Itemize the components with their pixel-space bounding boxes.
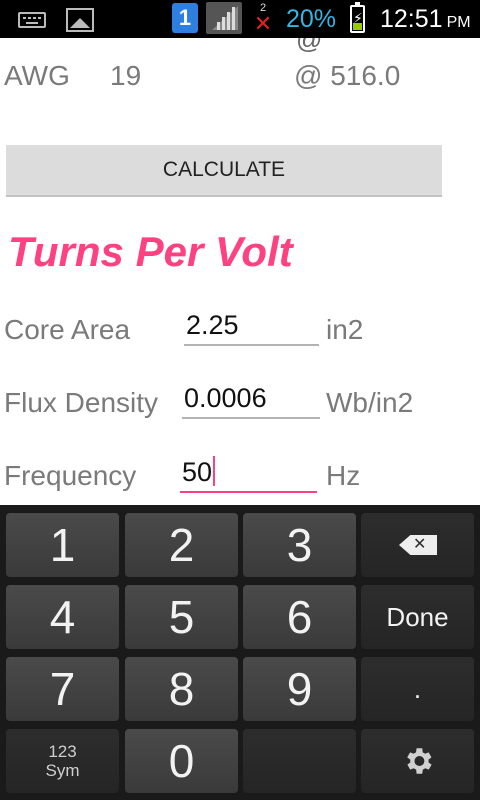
flux-density-unit: Wb/in2 xyxy=(326,387,414,418)
calculate-button[interactable]: CALCULATE xyxy=(6,145,442,197)
text-cursor xyxy=(213,456,216,486)
gear-icon xyxy=(406,748,432,774)
symbols-key[interactable]: 123 Sym xyxy=(6,729,119,793)
key-8[interactable]: 8 xyxy=(125,657,238,721)
core-area-input[interactable]: 2.25 xyxy=(184,306,319,346)
settings-key[interactable] xyxy=(361,729,474,793)
done-key[interactable]: Done xyxy=(361,585,474,649)
calculator-content[interactable]: @ AWG 19 @ 516.0 CALCULATE Turns Per Vol… xyxy=(0,38,480,505)
frequency-unit: Hz xyxy=(326,460,361,491)
backspace-key[interactable] xyxy=(361,513,474,577)
key-1[interactable]: 1 xyxy=(6,513,119,577)
blank-key[interactable] xyxy=(243,729,356,793)
key-9[interactable]: 9 xyxy=(243,657,356,721)
core-area-label: Core Area xyxy=(4,314,131,345)
image-icon xyxy=(66,8,94,32)
key-6[interactable]: 6 xyxy=(243,585,356,649)
key-2[interactable]: 2 xyxy=(125,513,238,577)
awg-current-value: @ 516.0 xyxy=(294,60,401,91)
sim-slot-icon: 1 xyxy=(172,3,198,33)
symbols-key-line1: 123 xyxy=(48,742,77,761)
flux-density-label: Flux Density xyxy=(4,387,159,418)
decimal-point-key[interactable]: . xyxy=(361,657,474,721)
clock-ampm: PM xyxy=(446,14,471,31)
key-7[interactable]: 7 xyxy=(6,657,119,721)
partial-text: @ xyxy=(296,38,323,54)
flux-density-value: 0.0006 xyxy=(184,383,267,413)
clock: 12:51 PM xyxy=(380,4,471,38)
backspace-icon xyxy=(399,535,437,555)
core-area-unit: in2 xyxy=(326,314,364,345)
turns-per-volt-title: Turns Per Volt xyxy=(8,228,293,275)
numeric-keyboard: 1 2 3 4 5 6 Done 7 8 9 . 123Sym 0 xyxy=(0,505,480,800)
core-area-value: 2.25 xyxy=(186,310,239,340)
key-0[interactable]: 0 xyxy=(125,729,238,793)
key-4[interactable]: 4 xyxy=(6,585,119,649)
frequency-value: 50 xyxy=(182,457,213,487)
frequency-label: Frequency xyxy=(4,460,137,491)
awg-value: 19 xyxy=(110,60,142,91)
battery-icon: ⚡ xyxy=(350,2,365,33)
signal-strength-icon xyxy=(206,2,242,34)
awg-label: AWG xyxy=(4,60,70,91)
battery-percent: 20% xyxy=(286,5,337,33)
keyboard-icon xyxy=(18,12,46,28)
status-bar: 1 2 ✕ 20% ⚡ 12:51 PM xyxy=(0,0,480,38)
symbols-key-line2: Sym xyxy=(45,761,80,780)
missed-call-icon: 2 ✕ xyxy=(253,2,273,36)
key-5[interactable]: 5 xyxy=(125,585,238,649)
key-3[interactable]: 3 xyxy=(243,513,356,577)
flux-density-input[interactable]: 0.0006 xyxy=(182,379,320,419)
frequency-input[interactable]: 50 xyxy=(180,453,317,493)
clock-time: 12:51 xyxy=(380,5,443,33)
